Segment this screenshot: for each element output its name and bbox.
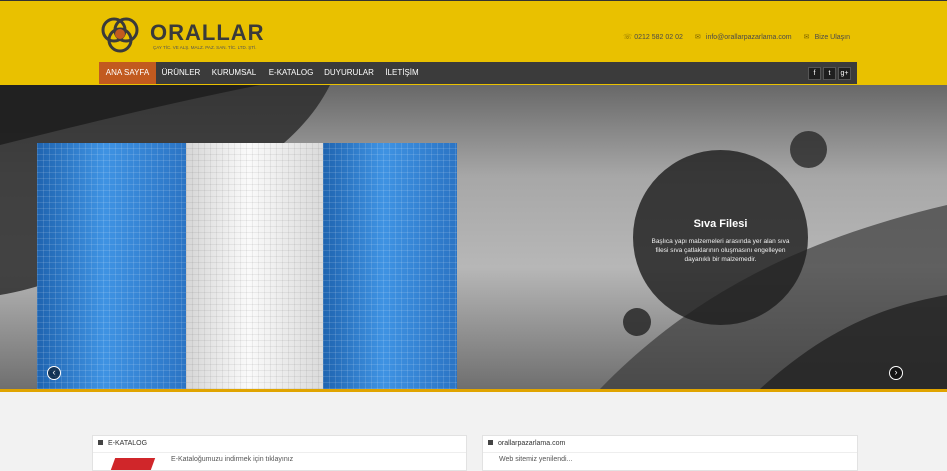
mesh-roll-blue-right bbox=[323, 143, 457, 389]
email-contact[interactable]: ✉ info@orallarpazarlama.com bbox=[694, 33, 792, 42]
news-panel: orallarpazarlama.com Web sitemiz yenilen… bbox=[482, 435, 858, 471]
main-nav: ANA SAYFA ÜRÜNLER KURUMSAL E-KATALOG DUY… bbox=[99, 62, 857, 84]
mail-icon: ✉ bbox=[803, 33, 810, 41]
news-title: orallarpazarlama.com bbox=[498, 440, 566, 447]
e-catalog-link[interactable]: E-Kataloğumuzu indirmek için tıklayınız bbox=[171, 456, 293, 463]
mesh-roll-blue-left bbox=[37, 143, 186, 389]
news-item[interactable]: Web sitemiz yenilendi... bbox=[499, 456, 572, 463]
contact-us-link[interactable]: ✉ Bize Ulaşın bbox=[803, 33, 850, 42]
email-address: info@orallarpazarlama.com bbox=[705, 34, 792, 41]
catalog-thumbnail[interactable] bbox=[110, 458, 156, 470]
e-catalog-title: E-KATALOG bbox=[108, 440, 148, 447]
phone-icon: ☏ bbox=[623, 33, 632, 41]
logo-rings-icon bbox=[101, 17, 139, 53]
slider-accent-bar bbox=[0, 389, 947, 392]
contact-us-label: Bize Ulaşın bbox=[814, 34, 850, 41]
google-plus-icon[interactable]: g+ bbox=[838, 67, 851, 80]
nav-item-contact[interactable]: İLETİŞİM bbox=[381, 62, 423, 84]
bullet-square-icon bbox=[488, 440, 493, 445]
bullet-square-icon bbox=[98, 440, 103, 445]
e-catalog-panel: E-KATALOG E-Kataloğumuzu indirmek için t… bbox=[92, 435, 467, 471]
panel-header: E-KATALOG bbox=[93, 436, 466, 453]
slider-next-arrow-icon[interactable]: › bbox=[889, 366, 903, 380]
nav-item-corporate[interactable]: KURUMSAL bbox=[207, 62, 261, 84]
panel-header: orallarpazarlama.com bbox=[483, 436, 857, 453]
mesh-roll-white bbox=[186, 143, 324, 389]
twitter-icon[interactable]: t bbox=[823, 67, 836, 80]
phone-number: 0212 582 02 02 bbox=[634, 34, 683, 41]
site-logo[interactable]: ORALLAR ÇAY TİC. VE ALŞ. MALZ. PAZ. SAN.… bbox=[96, 14, 264, 56]
mail-icon: ✉ bbox=[694, 33, 701, 41]
slide-description: Başlıca yapı malzemeleri arasında yer al… bbox=[651, 238, 790, 263]
nav-item-products[interactable]: ÜRÜNLER bbox=[159, 62, 203, 84]
slide-title: Sıva Filesi bbox=[693, 218, 748, 230]
nav-item-e-catalog[interactable]: E-KATALOG bbox=[265, 62, 317, 84]
slider-prev-arrow-icon[interactable]: ‹ bbox=[47, 366, 61, 380]
decor-circle bbox=[790, 131, 827, 168]
decor-circle bbox=[623, 308, 651, 336]
phone-contact[interactable]: ☏ 0212 582 02 02 bbox=[623, 33, 683, 42]
facebook-icon[interactable]: f bbox=[808, 67, 821, 80]
nav-item-announcements[interactable]: DUYURULAR bbox=[321, 62, 377, 84]
header-contacts: ☏ 0212 582 02 02 ✉ info@orallarpazarlama… bbox=[623, 33, 850, 42]
logo-subtitle: ÇAY TİC. VE ALŞ. MALZ. PAZ. SAN. TİC. LT… bbox=[153, 45, 257, 50]
logo-text: ORALLAR bbox=[150, 20, 265, 45]
nav-item-home[interactable]: ANA SAYFA bbox=[99, 62, 156, 84]
